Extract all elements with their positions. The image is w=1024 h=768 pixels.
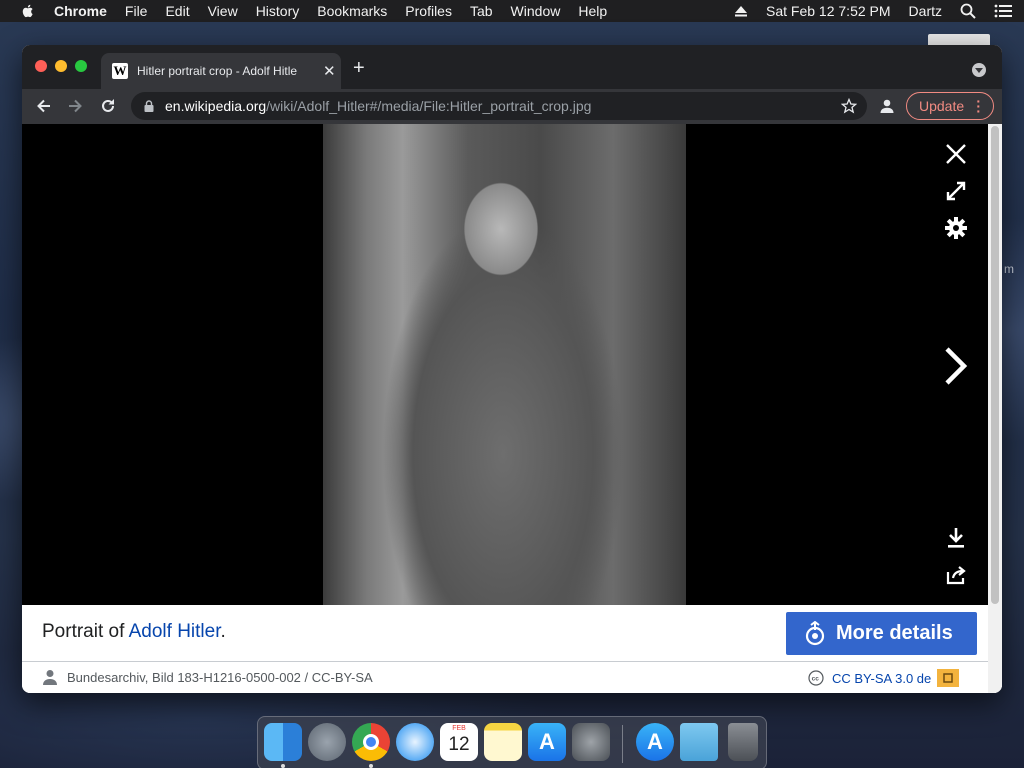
- reload-icon[interactable]: [99, 97, 117, 115]
- address-bar[interactable]: en.wikipedia.org /wiki/Adolf_Hitler#/med…: [131, 92, 867, 120]
- calendar-icon[interactable]: FEB 12: [440, 723, 478, 761]
- eject-icon[interactable]: [734, 5, 748, 17]
- user-icon: [43, 670, 57, 685]
- dock-separator: [622, 725, 623, 763]
- license-text[interactable]: CC BY-SA 3.0 de: [832, 671, 931, 686]
- forward-arrow-icon[interactable]: [66, 97, 84, 115]
- notes-icon[interactable]: [484, 723, 522, 761]
- caption-prefix: Portrait of: [42, 621, 129, 642]
- apple-icon[interactable]: [20, 3, 36, 19]
- window-close-button[interactable]: [35, 60, 47, 72]
- url-path: /wiki/Adolf_Hitler#/media/File:Hitler_po…: [266, 98, 592, 114]
- scrollbar-thumb[interactable]: [991, 126, 999, 604]
- spotlight-search-icon[interactable]: [960, 3, 976, 19]
- attribution: Bundesarchiv, Bild 183-H1216-0500-002 / …: [42, 669, 373, 685]
- tab-active[interactable]: W Hitler portrait crop - Adolf Hitle ✕: [101, 53, 341, 89]
- tab-title: Hitler portrait crop - Adolf Hitle: [137, 64, 298, 78]
- license[interactable]: cc CC BY-SA 3.0 de: [808, 669, 960, 687]
- menu-help[interactable]: Help: [578, 3, 607, 19]
- more-details-button[interactable]: More details: [786, 612, 977, 655]
- menu-clock[interactable]: Sat Feb 12 7:52 PM: [766, 3, 891, 19]
- image-caption: Portrait of Adolf Hitler.: [42, 621, 226, 643]
- tab-close-icon[interactable]: ✕: [323, 62, 336, 80]
- chrome-running-indicator: [369, 764, 373, 768]
- browser-window: W Hitler portrait crop - Adolf Hitle ✕ +…: [22, 45, 1002, 693]
- chrome-icon[interactable]: [352, 723, 390, 761]
- finder-icon[interactable]: [264, 723, 302, 761]
- bookmark-star-icon[interactable]: [841, 98, 857, 114]
- finder-running-indicator: [281, 764, 285, 768]
- caption-link[interactable]: Adolf Hitler: [129, 621, 221, 642]
- url-host: en.wikipedia.org: [165, 98, 267, 114]
- profile-avatar-icon[interactable]: [879, 98, 895, 114]
- chevron-right-icon[interactable]: [942, 346, 970, 386]
- attribution-text: Bundesarchiv, Bild 183-H1216-0500-002 / …: [67, 669, 373, 685]
- menu-user[interactable]: Dartz: [909, 3, 942, 19]
- launchpad-icon[interactable]: [308, 723, 346, 761]
- menu-tab[interactable]: Tab: [470, 3, 493, 19]
- portrait-photo[interactable]: [323, 124, 686, 605]
- fullscreen-icon[interactable]: [944, 179, 968, 203]
- menu-history[interactable]: History: [256, 3, 300, 19]
- control-center-icon[interactable]: [994, 4, 1012, 18]
- caption-suffix: .: [220, 621, 226, 642]
- update-button[interactable]: Update · · ·: [906, 92, 994, 120]
- safari-icon[interactable]: [396, 723, 434, 761]
- commons-logo-icon: [805, 620, 825, 645]
- menu-bookmarks[interactable]: Bookmarks: [317, 3, 387, 19]
- media-viewer-stage: [22, 124, 988, 605]
- menu-bar: Chrome File Edit View History Bookmarks …: [0, 0, 1024, 22]
- caption-divider: [22, 661, 988, 662]
- menu-edit[interactable]: Edit: [165, 3, 189, 19]
- download-icon[interactable]: [944, 526, 968, 550]
- gear-icon[interactable]: [944, 216, 968, 240]
- back-arrow-icon[interactable]: [35, 97, 53, 115]
- creative-commons-icon: cc: [808, 670, 824, 686]
- calendar-day: 12: [448, 734, 470, 755]
- desktop-partial-label: m: [1004, 262, 1014, 276]
- menu-window[interactable]: Window: [511, 3, 561, 19]
- browser-toolbar: en.wikipedia.org /wiki/Adolf_Hitler#/med…: [22, 89, 1002, 124]
- window-minimize-button[interactable]: [55, 60, 67, 72]
- menu-view[interactable]: View: [208, 3, 238, 19]
- trash-icon[interactable]: [728, 723, 758, 761]
- window-maximize-button[interactable]: [75, 60, 87, 72]
- lock-icon[interactable]: [144, 100, 154, 112]
- app-store-download-icon[interactable]: A: [636, 723, 674, 761]
- update-label: Update: [919, 98, 965, 114]
- new-tab-button[interactable]: +: [353, 58, 365, 78]
- svg-text:cc: cc: [812, 676, 820, 683]
- app-store-icon[interactable]: A: [528, 723, 566, 761]
- system-preferences-icon[interactable]: [572, 723, 610, 761]
- tab-search-icon[interactable]: [972, 63, 986, 77]
- page-scrollbar[interactable]: [988, 124, 1002, 693]
- close-icon[interactable]: [944, 142, 968, 166]
- share-icon[interactable]: [944, 563, 968, 587]
- license-badge-icon[interactable]: [937, 669, 960, 687]
- wikipedia-favicon-icon: W: [112, 63, 128, 79]
- kebab-menu-icon[interactable]: · · ·: [976, 94, 981, 118]
- menu-profiles[interactable]: Profiles: [405, 3, 452, 19]
- dock: FEB 12 A A: [257, 716, 767, 768]
- downloads-folder-icon[interactable]: [680, 723, 718, 761]
- menu-file[interactable]: File: [125, 3, 148, 19]
- media-viewer-page: Portrait of Adolf Hitler. More details B…: [22, 124, 1002, 693]
- calendar-month: FEB: [452, 725, 466, 732]
- menu-app-name[interactable]: Chrome: [54, 3, 107, 19]
- tab-strip: W Hitler portrait crop - Adolf Hitle ✕ +: [22, 45, 1002, 89]
- more-details-label: More details: [836, 622, 953, 644]
